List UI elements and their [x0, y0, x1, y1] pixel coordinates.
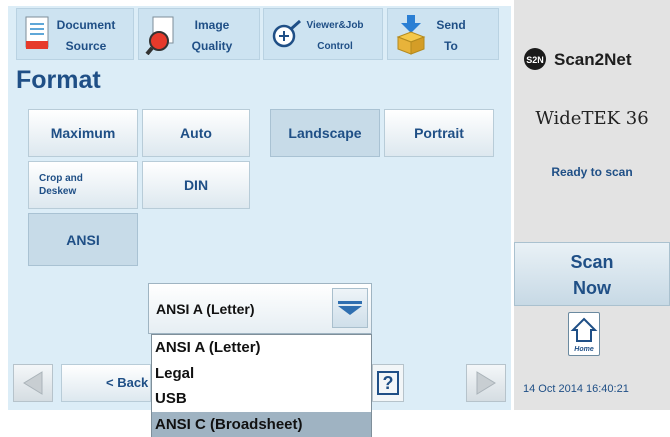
status-text: Ready to scan: [551, 165, 633, 179]
crop-deskew-label: Crop and Deskew: [39, 173, 83, 197]
crop-deskew-button[interactable]: Crop and Deskew: [28, 161, 138, 209]
tab-label: Document Source: [56, 18, 116, 53]
arrow-right-icon: [476, 371, 496, 395]
tab-label: Viewer&Job Control: [306, 20, 364, 52]
auto-button[interactable]: Auto: [142, 109, 250, 157]
paper-size-select[interactable]: ANSI A (Letter): [148, 283, 372, 334]
logo-mark-icon: S2N: [524, 48, 546, 70]
dropdown-toggle[interactable]: [332, 288, 368, 328]
home-label: Home: [574, 346, 594, 353]
scanner-model: WideTEK 36: [535, 108, 649, 129]
option-ansi-c[interactable]: ANSI C (Broadsheet): [152, 411, 371, 437]
option-ansi-a[interactable]: ANSI A (Letter): [152, 335, 371, 361]
tab-label: Image Quality: [191, 18, 233, 53]
option-legal[interactable]: Legal: [152, 361, 371, 387]
home-button[interactable]: Home: [568, 312, 600, 356]
help-label: ?: [377, 371, 399, 395]
logo-text: Scan2Net: [554, 50, 632, 69]
tab-document-source[interactable]: Document Source: [16, 8, 134, 60]
datetime: 14 Oct 2014 16:40:21: [523, 383, 629, 395]
next-button[interactable]: [466, 364, 506, 402]
maximum-button[interactable]: Maximum: [28, 109, 138, 157]
tab-label: Send To: [436, 18, 466, 53]
tab-image-quality[interactable]: Image Quality: [138, 8, 260, 60]
previous-button[interactable]: [13, 364, 53, 402]
landscape-button[interactable]: Landscape: [270, 109, 380, 157]
select-value: ANSI A (Letter): [156, 301, 255, 317]
svg-text:S2N: S2N: [526, 55, 544, 65]
tab-send-to[interactable]: Send To: [387, 8, 499, 60]
scan-now-label: Scan Now: [570, 252, 614, 298]
page-title: Format: [16, 66, 101, 94]
portrait-button[interactable]: Portrait: [384, 109, 494, 157]
back-button[interactable]: < Back: [61, 364, 151, 402]
scan-now-button[interactable]: Scan Now: [514, 242, 670, 306]
option-usb[interactable]: USB: [152, 386, 371, 412]
scan2net-logo: S2N Scan2Net: [524, 46, 670, 76]
din-button[interactable]: DIN: [142, 161, 250, 209]
ansi-button[interactable]: ANSI: [28, 213, 138, 266]
home-icon: [570, 317, 598, 342]
tab-viewer-job-control[interactable]: Viewer&Job Control: [263, 8, 383, 60]
arrow-left-icon: [23, 371, 43, 395]
chevron-down-icon: [338, 301, 362, 315]
help-button[interactable]: ?: [372, 364, 404, 402]
paper-size-options: ANSI A (Letter) Legal USB ANSI C (Broads…: [151, 334, 372, 437]
